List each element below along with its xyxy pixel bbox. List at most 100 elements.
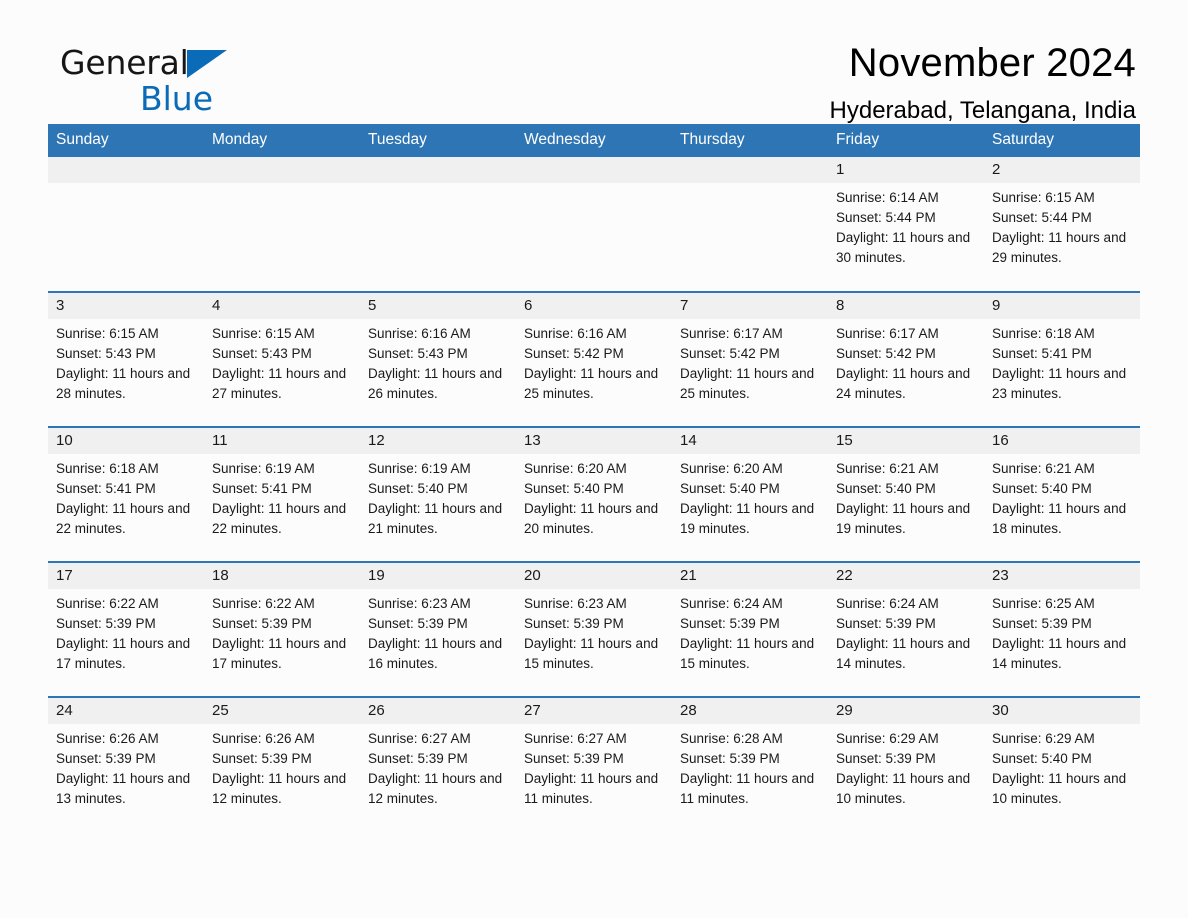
calendar-day-cell[interactable]: 1 Sunrise: 6:14 AM Sunset: 5:44 PM Daylight… xyxy=(828,157,984,292)
calendar-day-cell[interactable]: 26 Sunrise: 6:27 AM Sunset: 5:39 PM Dayligh… xyxy=(360,696,516,832)
sunrise-text: Sunrise: 6:21 AM xyxy=(836,461,939,476)
sunset-text: Sunset: 5:39 PM xyxy=(524,751,624,766)
sunset-text: Sunset: 5:44 PM xyxy=(992,210,1092,225)
sunrise-text: Sunrise: 6:25 AM xyxy=(992,596,1095,611)
calendar-week-row: 24 Sunrise: 6:26 AM Sunset: 5:39 PM Dayligh… xyxy=(48,696,1140,832)
day-number: 21 xyxy=(672,563,828,589)
sunrise-text: Sunrise: 6:19 AM xyxy=(212,461,315,476)
sunset-text: Sunset: 5:41 PM xyxy=(56,481,156,496)
calendar-day-cell[interactable]: 28 Sunrise: 6:28 AM Sunset: 5:39 PM Dayligh… xyxy=(672,696,828,832)
day-number: 23 xyxy=(984,563,1140,589)
sunset-text: Sunset: 5:39 PM xyxy=(680,751,780,766)
sunrise-text: Sunrise: 6:26 AM xyxy=(56,731,159,746)
page-header: General Blue November 2024 Hyderabad, Te… xyxy=(48,0,1140,124)
calendar-day-cell[interactable]: 12 Sunrise: 6:19 AM Sunset: 5:40 PM Dayligh… xyxy=(360,426,516,562)
sunset-text: Sunset: 5:42 PM xyxy=(680,346,780,361)
sunset-text: Sunset: 5:41 PM xyxy=(992,346,1092,361)
day-number: 2 xyxy=(984,157,1140,183)
logo-text-general: General xyxy=(60,43,189,82)
calendar-day-cell[interactable]: 18 Sunrise: 6:22 AM Sunset: 5:39 PM Dayligh… xyxy=(204,561,360,697)
day-number: 17 xyxy=(48,563,204,589)
calendar-day-cell[interactable]: 22 Sunrise: 6:24 AM Sunset: 5:39 PM Dayligh… xyxy=(828,561,984,697)
calendar-day-cell[interactable]: 6 Sunrise: 6:16 AM Sunset: 5:42 PM Daylight… xyxy=(516,291,672,427)
calendar-day-cell[interactable]: 17 Sunrise: 6:22 AM Sunset: 5:39 PM Dayligh… xyxy=(48,561,204,697)
weekday-header-thursday: Thursday xyxy=(672,124,828,157)
calendar-day-cell[interactable]: 27 Sunrise: 6:27 AM Sunset: 5:39 PM Dayligh… xyxy=(516,696,672,832)
calendar-day-cell[interactable]: 8 Sunrise: 6:17 AM Sunset: 5:42 PM Daylight… xyxy=(828,291,984,427)
sunrise-text: Sunrise: 6:18 AM xyxy=(56,461,159,476)
day-details: Sunrise: 6:14 AM Sunset: 5:44 PM Daylight:… xyxy=(828,183,984,268)
calendar-day-cell[interactable]: 4 Sunrise: 6:15 AM Sunset: 5:43 PM Daylight… xyxy=(204,291,360,427)
sunset-text: Sunset: 5:39 PM xyxy=(992,616,1092,631)
calendar-day-cell[interactable]: 11 Sunrise: 6:19 AM Sunset: 5:41 PM Dayligh… xyxy=(204,426,360,562)
sunset-text: Sunset: 5:39 PM xyxy=(368,751,468,766)
day-number xyxy=(360,157,516,183)
calendar-day-cell[interactable]: 2 Sunrise: 6:15 AM Sunset: 5:44 PM Daylight… xyxy=(984,157,1140,292)
calendar-day-cell[interactable]: 25 Sunrise: 6:26 AM Sunset: 5:39 PM Dayligh… xyxy=(204,696,360,832)
day-number: 14 xyxy=(672,428,828,454)
sunset-text: Sunset: 5:39 PM xyxy=(368,616,468,631)
day-details: Sunrise: 6:18 AM Sunset: 5:41 PM Daylight:… xyxy=(984,319,1140,404)
calendar-day-cell[interactable]: 14 Sunrise: 6:20 AM Sunset: 5:40 PM Dayligh… xyxy=(672,426,828,562)
daylight-text: Daylight: 11 hours and 15 minutes. xyxy=(524,636,659,671)
day-details: Sunrise: 6:15 AM Sunset: 5:43 PM Daylight:… xyxy=(204,319,360,404)
sunset-text: Sunset: 5:39 PM xyxy=(56,751,156,766)
day-number: 11 xyxy=(204,428,360,454)
weekday-header-tuesday: Tuesday xyxy=(360,124,516,157)
sunrise-text: Sunrise: 6:29 AM xyxy=(836,731,939,746)
day-details: Sunrise: 6:26 AM Sunset: 5:39 PM Daylight:… xyxy=(48,724,204,809)
sunrise-text: Sunrise: 6:16 AM xyxy=(368,326,471,341)
sunrise-text: Sunrise: 6:15 AM xyxy=(992,190,1095,205)
day-details: Sunrise: 6:15 AM Sunset: 5:44 PM Daylight:… xyxy=(984,183,1140,268)
day-number: 15 xyxy=(828,428,984,454)
calendar-day-cell[interactable]: 16 Sunrise: 6:21 AM Sunset: 5:40 PM Dayligh… xyxy=(984,426,1140,562)
daylight-text: Daylight: 11 hours and 29 minutes. xyxy=(992,230,1127,265)
calendar-day-cell[interactable]: 19 Sunrise: 6:23 AM Sunset: 5:39 PM Dayligh… xyxy=(360,561,516,697)
calendar-day-cell[interactable]: 30 Sunrise: 6:29 AM Sunset: 5:40 PM Dayligh… xyxy=(984,696,1140,832)
calendar-day-cell[interactable]: 15 Sunrise: 6:21 AM Sunset: 5:40 PM Dayligh… xyxy=(828,426,984,562)
daylight-text: Daylight: 11 hours and 19 minutes. xyxy=(680,501,815,536)
day-number: 29 xyxy=(828,698,984,724)
calendar-week-row: 10 Sunrise: 6:18 AM Sunset: 5:41 PM Dayligh… xyxy=(48,426,1140,562)
sunset-text: Sunset: 5:43 PM xyxy=(368,346,468,361)
calendar-day-cell[interactable]: 9 Sunrise: 6:18 AM Sunset: 5:41 PM Daylight… xyxy=(984,291,1140,427)
calendar-day-cell-empty xyxy=(204,157,360,292)
calendar-day-cell-empty xyxy=(48,157,204,292)
day-details: Sunrise: 6:24 AM Sunset: 5:39 PM Daylight:… xyxy=(672,589,828,674)
calendar-day-cell[interactable]: 7 Sunrise: 6:17 AM Sunset: 5:42 PM Daylight… xyxy=(672,291,828,427)
calendar-day-cell[interactable]: 21 Sunrise: 6:24 AM Sunset: 5:39 PM Dayligh… xyxy=(672,561,828,697)
day-details: Sunrise: 6:20 AM Sunset: 5:40 PM Daylight:… xyxy=(672,454,828,539)
daylight-text: Daylight: 11 hours and 18 minutes. xyxy=(992,501,1127,536)
daylight-text: Daylight: 11 hours and 14 minutes. xyxy=(836,636,971,671)
calendar-day-cell[interactable]: 24 Sunrise: 6:26 AM Sunset: 5:39 PM Dayligh… xyxy=(48,696,204,832)
sunset-text: Sunset: 5:39 PM xyxy=(836,751,936,766)
calendar-week-row: 1 Sunrise: 6:14 AM Sunset: 5:44 PM Daylight… xyxy=(48,157,1140,292)
sunrise-text: Sunrise: 6:14 AM xyxy=(836,190,939,205)
sunset-text: Sunset: 5:39 PM xyxy=(212,751,312,766)
sunrise-text: Sunrise: 6:20 AM xyxy=(524,461,627,476)
calendar-day-cell-empty xyxy=(672,157,828,292)
day-number xyxy=(516,157,672,183)
calendar-week-row: 17 Sunrise: 6:22 AM Sunset: 5:39 PM Dayligh… xyxy=(48,561,1140,697)
day-details: Sunrise: 6:16 AM Sunset: 5:43 PM Daylight:… xyxy=(360,319,516,404)
daylight-text: Daylight: 11 hours and 28 minutes. xyxy=(56,366,191,401)
day-details: Sunrise: 6:26 AM Sunset: 5:39 PM Daylight:… xyxy=(204,724,360,809)
day-details: Sunrise: 6:23 AM Sunset: 5:39 PM Daylight:… xyxy=(516,589,672,674)
calendar-day-cell[interactable]: 23 Sunrise: 6:25 AM Sunset: 5:39 PM Dayligh… xyxy=(984,561,1140,697)
calendar-day-cell[interactable]: 5 Sunrise: 6:16 AM Sunset: 5:43 PM Daylight… xyxy=(360,291,516,427)
sunrise-text: Sunrise: 6:23 AM xyxy=(524,596,627,611)
generalblue-logo[interactable]: General Blue xyxy=(60,46,290,116)
day-details: Sunrise: 6:15 AM Sunset: 5:43 PM Daylight:… xyxy=(48,319,204,404)
daylight-text: Daylight: 11 hours and 23 minutes. xyxy=(992,366,1127,401)
day-details: Sunrise: 6:25 AM Sunset: 5:39 PM Daylight:… xyxy=(984,589,1140,674)
calendar-day-cell[interactable]: 20 Sunrise: 6:23 AM Sunset: 5:39 PM Dayligh… xyxy=(516,561,672,697)
calendar-header-row: Sunday Monday Tuesday Wednesday Thursday… xyxy=(48,124,1140,157)
daylight-text: Daylight: 11 hours and 25 minutes. xyxy=(524,366,659,401)
calendar-day-cell[interactable]: 29 Sunrise: 6:29 AM Sunset: 5:39 PM Dayligh… xyxy=(828,696,984,832)
daylight-text: Daylight: 11 hours and 11 minutes. xyxy=(680,771,815,806)
sunset-text: Sunset: 5:44 PM xyxy=(836,210,936,225)
calendar-day-cell[interactable]: 10 Sunrise: 6:18 AM Sunset: 5:41 PM Dayligh… xyxy=(48,426,204,562)
calendar-day-cell[interactable]: 13 Sunrise: 6:20 AM Sunset: 5:40 PM Dayligh… xyxy=(516,426,672,562)
day-number: 16 xyxy=(984,428,1140,454)
calendar-day-cell[interactable]: 3 Sunrise: 6:15 AM Sunset: 5:43 PM Daylight… xyxy=(48,291,204,427)
